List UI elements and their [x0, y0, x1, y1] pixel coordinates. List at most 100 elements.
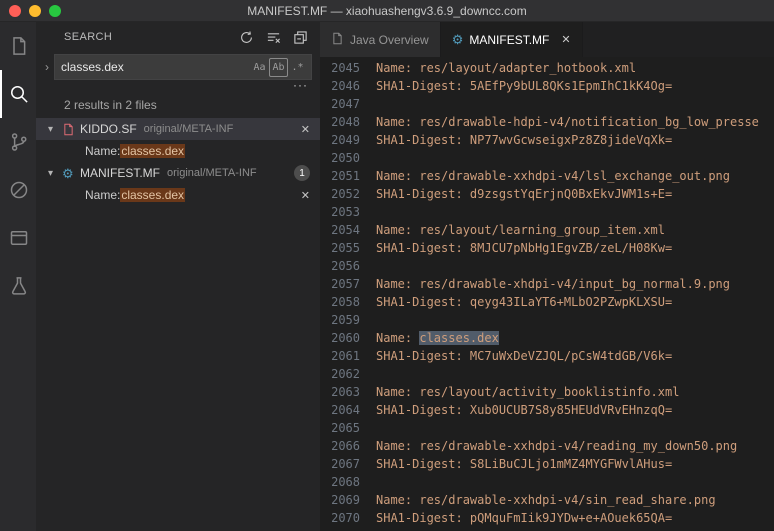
editor-line: 2058 SHA1-Digest: qeyg43ILaYT6+MLbO2PZwpK… — [320, 293, 774, 311]
activity-item-source-control[interactable] — [0, 118, 36, 166]
editor-line: 2055 SHA1-Digest: 8MJCU7pNbHg1EgvZB/zeL/H… — [320, 239, 774, 257]
line-number: 2059 — [331, 313, 360, 327]
line-number: 2064 — [331, 403, 360, 417]
line-number: 2051 — [331, 169, 360, 183]
line-number: 2056 — [331, 259, 360, 273]
editor-line: 2062 — [320, 365, 774, 383]
match-count-badge: 1 — [294, 165, 310, 181]
minimize-window-button[interactable] — [29, 5, 41, 17]
editor-line: 2068 — [320, 473, 774, 491]
toggle-replace-chevron[interactable]: › — [40, 60, 54, 74]
line-number: 2052 — [331, 187, 360, 201]
search-box: Aa Ab .* — [54, 54, 312, 80]
tab-label: Java Overview — [350, 32, 429, 47]
line-text: Name: res/drawable-xxhdpi-v4/sin_read_sh… — [376, 493, 716, 507]
editor-line: 2047 — [320, 95, 774, 113]
editor-line: 2057 Name: res/drawable-xhdpi-v4/input_bg… — [320, 275, 774, 293]
line-text: SHA1-Digest: pQMquFmIik9JYDw+e+AOuek65QA… — [376, 511, 673, 525]
file-path: original/META-INF — [167, 167, 257, 179]
match-text: classes.dex — [120, 188, 186, 202]
file-row-manifest-mf[interactable]: ▾ ⚙ MANIFEST.MF original/META-INF 1 — [36, 162, 320, 184]
line-text: Name: res/drawable-xxhdpi-v4/lsl_exchang… — [376, 169, 731, 183]
line-number: 2060 — [331, 331, 360, 345]
line-number: 2068 — [331, 475, 360, 489]
toggle-search-details-icon[interactable]: ··· — [293, 79, 308, 94]
zoom-window-button[interactable] — [49, 5, 61, 17]
search-match-row[interactable]: Name: classes.dex — [36, 140, 320, 162]
sf-file-icon — [62, 123, 80, 136]
activity-item-search[interactable] — [0, 70, 36, 118]
vscode-window: MANIFEST.MF — xiaohuashengv3.6.9_downcc.… — [0, 0, 774, 531]
refresh-icon[interactable] — [239, 30, 254, 45]
editor-line: 2054 Name: res/layout/learning_group_item… — [320, 221, 774, 239]
dismiss-match-icon[interactable]: ✕ — [301, 189, 310, 202]
search-match-row[interactable]: Name: classes.dex ✕ — [36, 184, 320, 206]
line-number: 2070 — [331, 511, 360, 525]
activity-bar — [0, 22, 36, 531]
dismiss-file-icon[interactable]: ✕ — [301, 123, 310, 136]
search-icon — [11, 86, 28, 103]
line-number: 2049 — [331, 133, 360, 147]
gear-file-icon: ⚙ — [62, 165, 74, 181]
match-case-icon[interactable]: Aa — [250, 58, 269, 77]
line-text — [360, 257, 376, 275]
editor-line: 2060 Name: classes.dex — [320, 329, 774, 347]
window-title: MANIFEST.MF — xiaohuashengv3.6.9_downcc.… — [247, 3, 527, 18]
line-text: SHA1-Digest: qeyg43ILaYT6+MLbO2PZwpKLXSU… — [376, 295, 673, 309]
editor-content[interactable]: 2045 Name: res/layout/adapter_hotbook.xml… — [320, 57, 774, 531]
editor-line: 2050 — [320, 149, 774, 167]
match-text: classes.dex — [120, 144, 186, 158]
line-text — [360, 311, 376, 329]
line-text: Name: res/drawable-xhdpi-v4/input_bg_nor… — [376, 277, 731, 291]
close-window-button[interactable] — [9, 5, 21, 17]
line-number: 2048 — [331, 115, 360, 129]
editor-line: 2051 Name: res/drawable-xxhdpi-v4/lsl_exc… — [320, 167, 774, 185]
line-text: SHA1-Digest: 5AEfPy9bUL8QKs1EpmIhC1kK4Og… — [376, 79, 673, 93]
line-text: Name: res/drawable-xxhdpi-v4/reading_my_… — [376, 439, 738, 453]
line-text — [360, 365, 376, 383]
activity-item-beaker[interactable] — [0, 262, 36, 310]
line-text: Name: res/layout/adapter_hotbook.xml — [376, 61, 637, 75]
line-number: 2053 — [331, 205, 360, 219]
file-row-kiddo-sf[interactable]: ▾ KIDDO.SF original/META-INF ✕ — [36, 118, 320, 140]
explorer-icon — [13, 37, 26, 55]
editor-line: 2059 — [320, 311, 774, 329]
line-number: 2054 — [331, 223, 360, 237]
line-text: SHA1-Digest: S8LiBuCJLjo1mMZ4MYGFWvlAHus… — [376, 457, 673, 471]
tab-manifest-mf[interactable]: ⚙ MANIFEST.MF ✕ — [440, 22, 583, 57]
line-text: SHA1-Digest: Xub0UCUB7S8y85HEUdVRvEHnzqQ… — [376, 403, 673, 417]
line-number: 2065 — [331, 421, 360, 435]
tab-java-overview[interactable]: Java Overview — [320, 22, 441, 57]
whole-word-icon[interactable]: Ab — [269, 57, 288, 77]
editor-line: 2053 — [320, 203, 774, 221]
line-number: 2057 — [331, 277, 360, 291]
collapse-all-icon[interactable] — [293, 30, 308, 45]
line-text: SHA1-Digest: NP77wvGcwseigxPz8Z8jideVqXk… — [376, 133, 673, 147]
editor-line: 2067 SHA1-Digest: S8LiBuCJLjo1mMZ4MYGFWvl… — [320, 455, 774, 473]
line-number: 2066 — [331, 439, 360, 453]
editor-line: 2048 Name: res/drawable-hdpi-v4/notificat… — [320, 113, 774, 131]
search-input[interactable] — [61, 60, 250, 74]
regex-icon[interactable]: .* — [288, 58, 307, 77]
window-controls[interactable] — [9, 5, 61, 17]
line-number: 2063 — [331, 385, 360, 399]
activity-item-explorer[interactable] — [0, 22, 36, 70]
line-text — [360, 95, 376, 113]
line-text: SHA1-Digest: 8MJCU7pNbHg1EgvZB/zeL/H08Kw… — [376, 241, 673, 255]
line-text — [360, 203, 376, 221]
activity-item-window[interactable] — [0, 214, 36, 262]
tab-label: MANIFEST.MF — [469, 32, 550, 47]
search-input-row: › Aa Ab .* — [36, 52, 320, 80]
line-number: 2045 — [331, 61, 360, 75]
activity-item-circle-slash[interactable] — [0, 166, 36, 214]
line-text: Name: classes.dex — [376, 331, 499, 345]
editor-line: 2046 SHA1-Digest: 5AEfPy9bUL8QKs1EpmIhC1k… — [320, 77, 774, 95]
line-number: 2062 — [331, 367, 360, 381]
clear-search-results-icon[interactable] — [266, 30, 281, 45]
chevron-down-icon[interactable]: ▾ — [48, 168, 62, 179]
chevron-down-icon[interactable]: ▾ — [48, 124, 62, 135]
editor-line: 2056 — [320, 257, 774, 275]
editor-line: 2064 SHA1-Digest: Xub0UCUB7S8y85HEUdVRvEH… — [320, 401, 774, 419]
file-path: original/META-INF — [143, 123, 234, 135]
close-tab-icon[interactable]: ✕ — [561, 33, 570, 46]
